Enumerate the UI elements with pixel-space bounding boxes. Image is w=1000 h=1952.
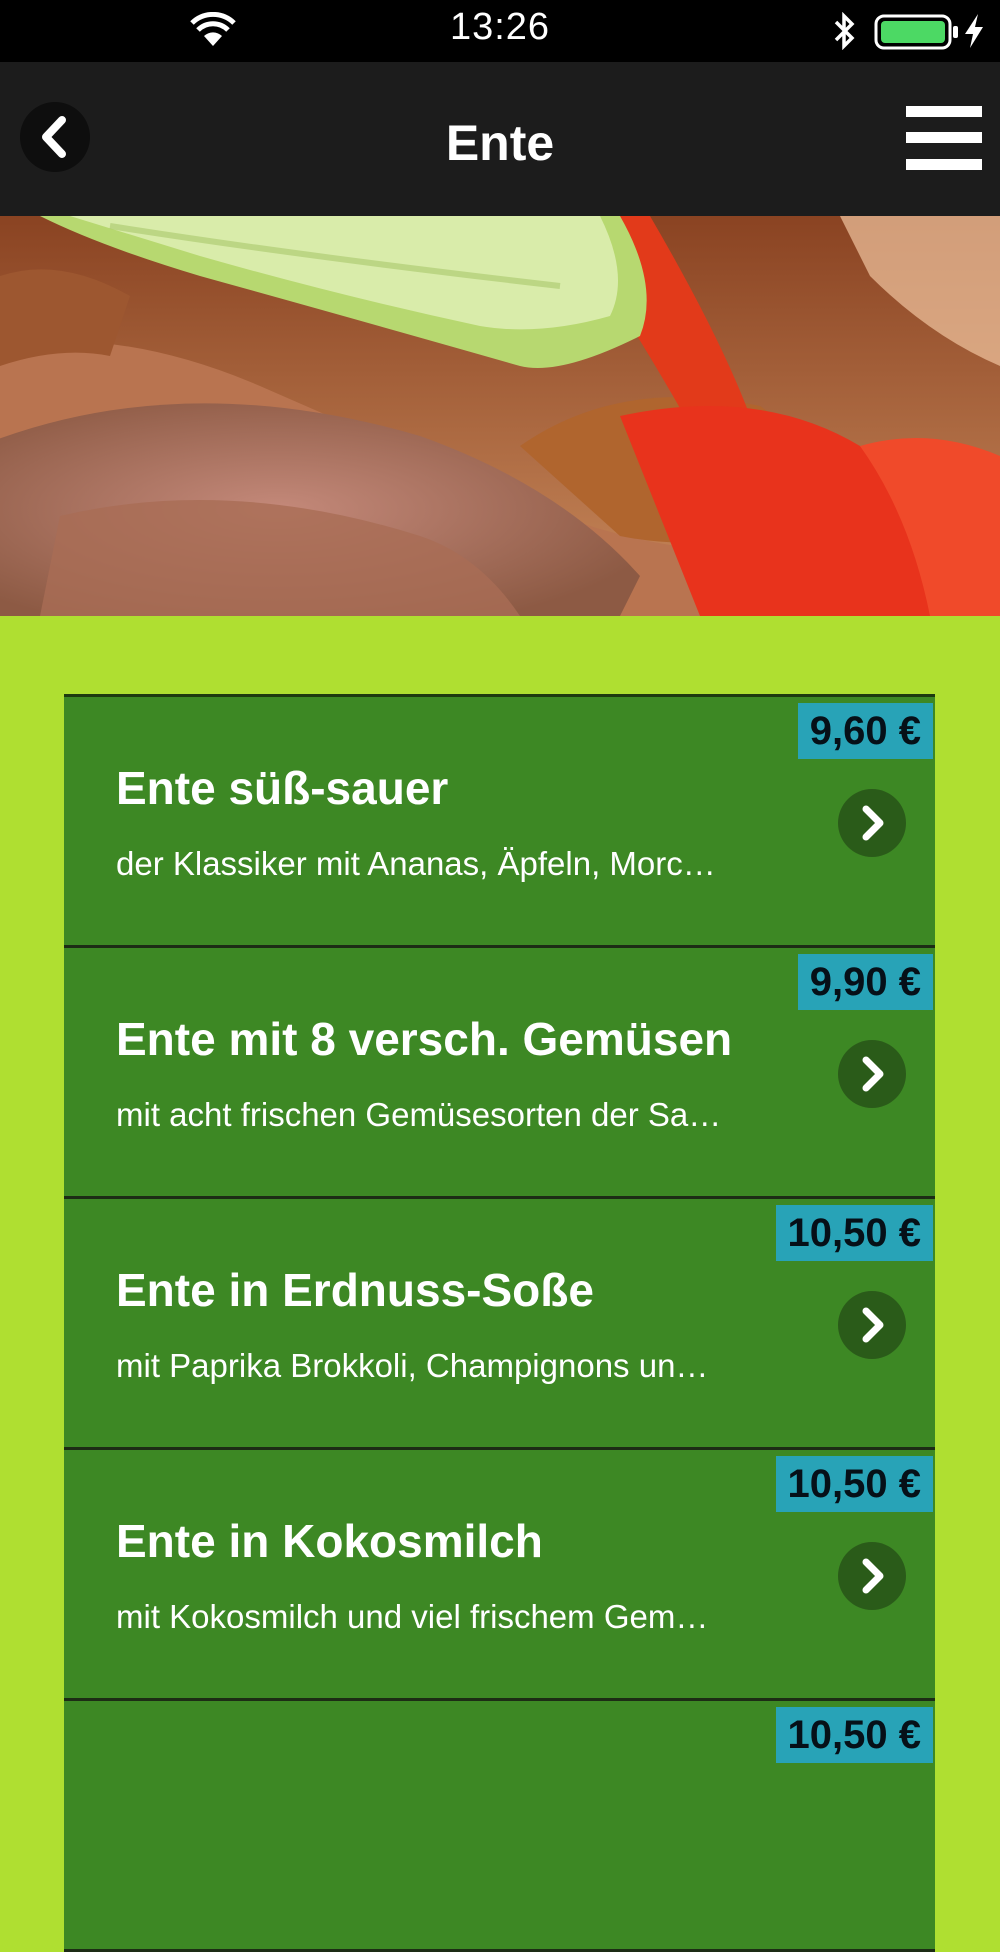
battery-icon — [874, 14, 958, 50]
item-description: mit Paprika Brokkoli, Champignons un… — [116, 1347, 709, 1384]
page-title: Ente — [445, 115, 555, 171]
item-description: mit Kokosmilch und viel frischem Gem… — [116, 1598, 709, 1635]
chevron-right-icon — [862, 1056, 884, 1092]
bluetooth-icon — [834, 12, 855, 50]
charging-icon — [965, 14, 983, 48]
price-badge: 10,50 € — [775, 1205, 933, 1261]
nav-bar: Ente — [0, 62, 1000, 216]
item-description: mit acht frischen Gemüsesorten der Sa… — [116, 1096, 722, 1133]
duck-dish-photo — [0, 216, 1000, 616]
menu-item[interactable]: 10,50 € — [64, 1701, 935, 1952]
status-bar: 13:26 — [0, 0, 1000, 62]
menu-item[interactable]: 10,50 € Ente in Kokosmilch mit Kokosmilc… — [64, 1450, 935, 1701]
hero-image — [0, 216, 1000, 616]
price-badge: 9,90 € — [797, 954, 933, 1010]
back-button[interactable] — [20, 102, 90, 172]
chevron-left-icon — [42, 116, 66, 158]
item-title: Ente mit 8 versch. Gemüsen — [116, 1013, 733, 1065]
price-badge: 10,50 € — [775, 1707, 933, 1763]
menu-list: 9,60 € Ente süß-sauer der Klassiker mit … — [64, 694, 935, 1952]
item-title: Ente süß-sauer — [116, 762, 449, 814]
open-item-button[interactable] — [838, 1542, 906, 1610]
chevron-right-icon — [862, 805, 884, 841]
open-item-button[interactable] — [838, 1040, 906, 1108]
open-item-button[interactable] — [838, 1291, 906, 1359]
chevron-right-icon — [862, 1558, 884, 1594]
menu-item[interactable]: 9,60 € Ente süß-sauer der Klassiker mit … — [64, 697, 935, 948]
item-title: Ente in Kokosmilch — [116, 1515, 543, 1567]
menu-item[interactable]: 9,90 € Ente mit 8 versch. Gemüsen mit ac… — [64, 948, 935, 1199]
price-badge: 9,60 € — [797, 703, 933, 759]
chevron-right-icon — [862, 1307, 884, 1343]
item-description: der Klassiker mit Ananas, Äpfeln, Morc… — [116, 845, 716, 882]
price-badge: 10,50 € — [775, 1456, 933, 1512]
open-item-button[interactable] — [838, 789, 906, 857]
item-title: Ente in Erdnuss-Soße — [116, 1264, 594, 1316]
menu-item[interactable]: 10,50 € Ente in Erdnuss-Soße mit Paprika… — [64, 1199, 935, 1450]
hamburger-menu-button[interactable] — [906, 106, 982, 170]
